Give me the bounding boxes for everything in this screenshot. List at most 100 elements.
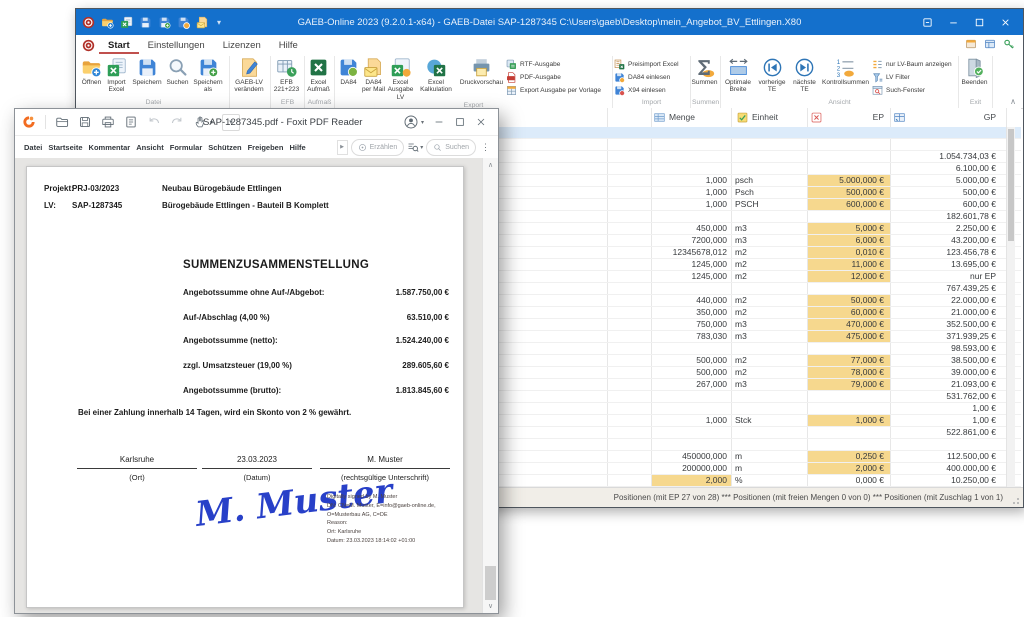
- qat-chevron-down-icon[interactable]: ▾: [217, 18, 221, 27]
- ribbon-button-label: X94 einlesen: [628, 87, 666, 94]
- ribbon-button-offnen[interactable]: Öffnen: [79, 56, 104, 86]
- scroll-down-icon[interactable]: ∨: [483, 602, 498, 610]
- ribbon-button-import-excel[interactable]: Import Excel: [104, 56, 129, 94]
- expand-toolbar-icon[interactable]: ▶: [336, 139, 348, 155]
- suchen-icon: [167, 57, 188, 78]
- maximize-button[interactable]: [450, 113, 470, 131]
- open-file-icon[interactable]: [55, 115, 69, 129]
- save-icon[interactable]: [78, 115, 92, 129]
- qat-mail-icon[interactable]: [196, 16, 209, 29]
- minimize-button[interactable]: [942, 13, 965, 31]
- ribbon-button-efb-221-223[interactable]: EFB 221+223: [272, 56, 301, 94]
- menu-startseite[interactable]: Startseite: [45, 143, 85, 152]
- ribbon-tab-einstellungen[interactable]: Einstellungen: [139, 37, 214, 54]
- ribbon-button-nur-lv-baum-anzeigen[interactable]: nur LV-Baum anzeigen: [872, 59, 955, 70]
- table-vertical-scrollbar[interactable]: [1006, 127, 1015, 487]
- ribbon-button-da84-per-mail[interactable]: DA84 per Mail: [361, 56, 386, 94]
- cell-menge: 1245,000: [691, 259, 727, 269]
- signature-value: Karlsruhe: [77, 455, 197, 469]
- cell-ep: 2,000 €: [855, 463, 884, 473]
- menu-formular[interactable]: Formular: [167, 143, 206, 152]
- excel-ausgabe-lv-icon: [390, 57, 411, 78]
- gaeb-app-icon[interactable]: [82, 16, 95, 29]
- ribbon-button-beenden[interactable]: Beenden: [960, 56, 989, 86]
- ribbon-button-x94-einlesen[interactable]: X94 einlesen: [614, 85, 687, 96]
- da84-icon: [338, 57, 359, 78]
- close-button[interactable]: [471, 113, 491, 131]
- menu-ansicht[interactable]: Ansicht: [133, 143, 167, 152]
- ribbon-button-lv-filter[interactable]: LV Filter: [872, 72, 955, 83]
- ribbon-button-druckvorschau[interactable]: Druckvorschau: [457, 56, 506, 86]
- ribbon-tab-lizenzen[interactable]: Lizenzen: [214, 37, 270, 54]
- qat-import-excel-icon[interactable]: [120, 16, 133, 29]
- ribbon-button-excel-ausgabe-lv[interactable]: Excel Ausgabe LV: [386, 56, 415, 101]
- menu-kommentar[interactable]: Kommentar: [86, 143, 134, 152]
- ribbon-button-speichern[interactable]: Speichern: [129, 56, 165, 86]
- close-button[interactable]: [994, 13, 1017, 31]
- menu-hilfe[interactable]: Hilfe: [286, 143, 308, 152]
- print-icon[interactable]: [101, 115, 115, 129]
- ribbon-button-gaeb-lv-verandern[interactable]: GAEB-LV verändern: [231, 56, 267, 94]
- ribbon-button-preisimport-excel[interactable]: Preisimport Excel: [614, 59, 687, 70]
- search-icon: [433, 143, 442, 152]
- qat-save-as-icon[interactable]: [158, 16, 171, 29]
- more-options-icon[interactable]: ⋮: [479, 142, 492, 153]
- search-tools-button[interactable]: ▾: [407, 141, 423, 153]
- redo-icon[interactable]: [170, 115, 184, 129]
- ribbon-button-such-fenster[interactable]: Such-Fenster: [872, 85, 955, 96]
- ribbon-button-rtf-ausgabe[interactable]: RTF-Ausgabe: [506, 59, 609, 70]
- narrate-button[interactable]: Erzählen: [350, 138, 405, 156]
- ribbon-button-summen[interactable]: Summen: [692, 56, 718, 86]
- ribbon-button-export-ausgabe-per-vorlage[interactable]: Export Ausgabe per Vorlage: [506, 85, 609, 96]
- gaeb-lv-verandern-icon: [239, 57, 260, 78]
- ribbon-button-kontrollsummen[interactable]: 1 2 3 Kontrollsummen: [819, 56, 872, 86]
- einheit-column-header[interactable]: Einheit: [752, 112, 778, 122]
- gaeb-logo-icon[interactable]: [82, 39, 95, 52]
- cell-ep: 0,010 €: [855, 247, 884, 257]
- foxit-logo-icon[interactable]: [22, 115, 36, 129]
- ribbon-button-da84-einlesen[interactable]: DA84 einlesen: [614, 72, 687, 83]
- scrollbar-thumb[interactable]: [485, 566, 496, 600]
- menu-datei[interactable]: Datei: [21, 143, 45, 152]
- ribbon-tab-hilfe[interactable]: Hilfe: [270, 37, 307, 54]
- qat-open-icon[interactable]: [101, 16, 114, 29]
- ribbon-button-pdf-ausgabe[interactable]: PDF-Ausgabe: [506, 72, 609, 83]
- maximize-button[interactable]: [968, 13, 991, 31]
- pdf-ausgabe-icon: [506, 72, 517, 83]
- cell-ep: 50,000 €: [850, 295, 884, 305]
- gp-column-header[interactable]: GP: [891, 112, 996, 122]
- scrollbar-thumb[interactable]: [1008, 129, 1014, 241]
- cell-ep: 12,000 €: [850, 271, 884, 281]
- ribbon-button-excel-kalkulation[interactable]: Excel Kalkulation: [415, 56, 457, 94]
- export-document-icon[interactable]: [124, 115, 138, 129]
- ribbon-button-speichern-als[interactable]: Speichern als: [190, 56, 226, 94]
- menge-column-header[interactable]: Menge: [669, 112, 695, 122]
- search-button[interactable]: Suchen: [426, 138, 476, 156]
- panel-icon[interactable]: [965, 38, 977, 50]
- dock-window-button[interactable]: [916, 13, 939, 31]
- summary-value: 63.510,00 €: [406, 313, 449, 322]
- menu-schutzen[interactable]: Schützen: [205, 143, 244, 152]
- license-key-icon[interactable]: [1003, 38, 1015, 50]
- account-icon[interactable]: [403, 114, 419, 130]
- ribbon-button-nachste-te[interactable]: nächste TE: [790, 56, 819, 94]
- qat-save-icon[interactable]: [139, 16, 152, 29]
- scroll-up-icon[interactable]: ∧: [483, 161, 498, 169]
- undo-icon[interactable]: [147, 115, 161, 129]
- qat-da84-icon[interactable]: [177, 16, 190, 29]
- resize-grip[interactable]: [1012, 496, 1021, 505]
- speichern-als-icon: [198, 57, 219, 78]
- cell-gp: 1.054.734,03 €: [939, 151, 996, 161]
- ribbon-tab-start[interactable]: Start: [99, 37, 139, 54]
- ep-column-header[interactable]: EP: [808, 112, 884, 122]
- menu-freigeben[interactable]: Freigeben: [245, 143, 287, 152]
- ribbon-button-suchen[interactable]: Suchen: [165, 56, 190, 86]
- pdf-vertical-scrollbar[interactable]: ∧ ∨: [482, 158, 498, 613]
- ribbon-button-vorherige-te[interactable]: vorherige TE: [754, 56, 790, 94]
- ribbon-button-optimale-breite[interactable]: Optimale Breite: [722, 56, 754, 94]
- minimize-button[interactable]: [429, 113, 449, 131]
- ribbon-button-da84[interactable]: DA84: [336, 56, 361, 86]
- ribbon-button-excel-aufmass[interactable]: Excel Aufmaß: [306, 56, 331, 94]
- window-layout-icon[interactable]: [984, 38, 996, 50]
- account-caret-icon[interactable]: ▾: [421, 119, 424, 126]
